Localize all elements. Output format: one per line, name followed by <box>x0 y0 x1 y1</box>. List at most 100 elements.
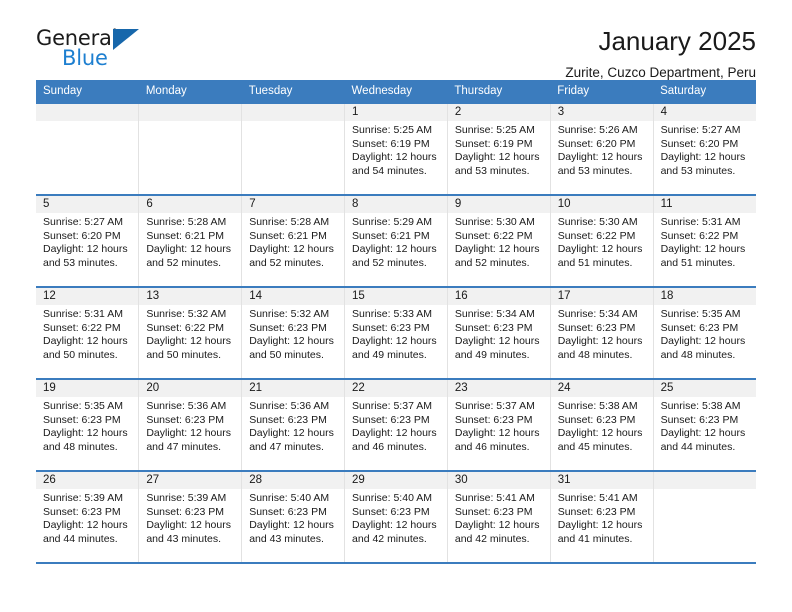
day-number <box>36 104 139 121</box>
daylight-duration-line1: Daylight: 12 hours <box>146 335 231 348</box>
day-number: 16 <box>447 288 550 305</box>
calendar-day-cell[interactable]: 13 Sunrise: 5:32 AM Sunset: 6:22 PM Dayligh… <box>138 286 243 379</box>
sunrise-time: Sunrise: 5:36 AM <box>146 400 227 412</box>
sunset-time: Sunset: 6:20 PM <box>557 137 636 150</box>
day-number: 15 <box>345 288 447 305</box>
calendar-day-cell[interactable]: 1 Sunrise: 5:25 AM Sunset: 6:19 PM Daylight… <box>344 102 448 195</box>
general-blue-logo[interactable]: General Blue <box>36 26 156 74</box>
calendar-day-cell[interactable]: 21 Sunrise: 5:36 AM Sunset: 6:23 PM Dayligh… <box>241 378 346 471</box>
calendar-day-cell[interactable]: 29 Sunrise: 5:40 AM Sunset: 6:23 PM Dayligh… <box>344 470 448 564</box>
sunrise-time: Sunrise: 5:28 AM <box>249 216 330 228</box>
calendar-day-cell[interactable]: 19 Sunrise: 5:35 AM Sunset: 6:23 PM Dayligh… <box>36 378 140 471</box>
sunset-time: Sunset: 6:23 PM <box>660 413 739 426</box>
daylight-duration-line2: and 46 minutes. <box>352 440 427 453</box>
daylight-duration-line2: and 49 minutes. <box>454 348 530 361</box>
calendar-day-cell[interactable]: 26 Sunrise: 5:39 AM Sunset: 6:23 PM Dayligh… <box>36 470 140 564</box>
daylight-duration-line2: and 50 minutes. <box>43 348 118 361</box>
sunrise-time: Sunrise: 5:35 AM <box>43 400 123 412</box>
sunrise-time: Sunrise: 5:27 AM <box>43 216 123 228</box>
day-details: Sunrise: 5:29 AM Sunset: 6:21 PM Daylight:… <box>345 213 447 270</box>
sunset-time: Sunset: 6:22 PM <box>146 321 224 334</box>
calendar-week-row: 5 Sunrise: 5:27 AM Sunset: 6:20 PM Daylight… <box>36 194 756 287</box>
calendar-day-cell[interactable]: 25 Sunrise: 5:38 AM Sunset: 6:23 PM Dayligh… <box>653 378 756 471</box>
logo-text-blue: Blue <box>62 46 108 70</box>
calendar-day-cell[interactable]: 16 Sunrise: 5:34 AM Sunset: 6:23 PM Dayligh… <box>447 286 551 379</box>
day-number: 12 <box>36 288 139 305</box>
day-number: 5 <box>36 196 139 213</box>
calendar-day-cell-empty <box>653 470 756 564</box>
day-number: 6 <box>139 196 242 213</box>
calendar-day-cell[interactable]: 18 Sunrise: 5:35 AM Sunset: 6:23 PM Dayligh… <box>653 286 756 379</box>
calendar-day-cell[interactable]: 15 Sunrise: 5:33 AM Sunset: 6:23 PM Dayligh… <box>344 286 448 379</box>
daylight-duration-line2: and 48 minutes. <box>557 348 633 361</box>
day-details: Sunrise: 5:37 AM Sunset: 6:23 PM Daylight:… <box>448 397 550 454</box>
calendar-day-cell[interactable]: 5 Sunrise: 5:27 AM Sunset: 6:20 PM Daylight… <box>36 194 140 287</box>
day-number: 8 <box>345 196 447 213</box>
day-number: 31 <box>550 472 653 489</box>
calendar-day-cell[interactable]: 24 Sunrise: 5:38 AM Sunset: 6:23 PM Dayligh… <box>550 378 654 471</box>
calendar-day-cell[interactable]: 27 Sunrise: 5:39 AM Sunset: 6:23 PM Dayligh… <box>138 470 243 564</box>
weekday-header-tuesday: Tuesday <box>241 80 345 103</box>
sunset-time: Sunset: 6:20 PM <box>660 137 739 150</box>
sunset-time: Sunset: 6:23 PM <box>557 321 636 334</box>
calendar-day-cell[interactable]: 4 Sunrise: 5:27 AM Sunset: 6:20 PM Daylight… <box>653 102 756 195</box>
calendar-day-cell[interactable]: 22 Sunrise: 5:37 AM Sunset: 6:23 PM Dayligh… <box>344 378 448 471</box>
sunset-time: Sunset: 6:23 PM <box>43 413 121 426</box>
daylight-duration-line2: and 41 minutes. <box>557 532 633 545</box>
calendar-day-cell[interactable]: 8 Sunrise: 5:29 AM Sunset: 6:21 PM Daylight… <box>344 194 448 287</box>
daylight-duration-line1: Daylight: 12 hours <box>249 243 334 256</box>
calendar-day-cell[interactable]: 12 Sunrise: 5:31 AM Sunset: 6:22 PM Dayligh… <box>36 286 140 379</box>
calendar-day-cell[interactable]: 14 Sunrise: 5:32 AM Sunset: 6:23 PM Dayligh… <box>241 286 346 379</box>
day-details: Sunrise: 5:40 AM Sunset: 6:23 PM Daylight:… <box>242 489 344 546</box>
daylight-duration-line2: and 53 minutes. <box>660 164 736 177</box>
sunrise-time: Sunrise: 5:36 AM <box>249 400 330 412</box>
calendar-page: General Blue January 2025 Zurite, Cuzco … <box>0 0 792 612</box>
calendar-day-cell[interactable]: 11 Sunrise: 5:31 AM Sunset: 6:22 PM Dayligh… <box>653 194 756 287</box>
sunset-time: Sunset: 6:23 PM <box>352 505 430 518</box>
day-number: 29 <box>345 472 447 489</box>
calendar-day-cell[interactable]: 9 Sunrise: 5:30 AM Sunset: 6:22 PM Daylight… <box>447 194 551 287</box>
daylight-duration-line1: Daylight: 12 hours <box>352 151 437 164</box>
daylight-duration-line1: Daylight: 12 hours <box>660 335 746 348</box>
day-number: 30 <box>447 472 550 489</box>
sunrise-time: Sunrise: 5:37 AM <box>352 400 432 412</box>
daylight-duration-line2: and 49 minutes. <box>352 348 427 361</box>
day-details: Sunrise: 5:39 AM Sunset: 6:23 PM Daylight:… <box>36 489 138 546</box>
sunset-time: Sunset: 6:23 PM <box>43 505 121 518</box>
day-details: Sunrise: 5:38 AM Sunset: 6:23 PM Daylight:… <box>551 397 653 454</box>
calendar-day-cell[interactable]: 30 Sunrise: 5:41 AM Sunset: 6:23 PM Dayligh… <box>447 470 551 564</box>
calendar-day-cell-empty <box>138 102 243 195</box>
calendar-day-cell[interactable]: 28 Sunrise: 5:40 AM Sunset: 6:23 PM Dayligh… <box>241 470 346 564</box>
day-details: Sunrise: 5:33 AM Sunset: 6:23 PM Daylight:… <box>345 305 447 362</box>
calendar-day-cell[interactable]: 6 Sunrise: 5:28 AM Sunset: 6:21 PM Daylight… <box>138 194 243 287</box>
sunrise-time: Sunrise: 5:33 AM <box>352 308 432 320</box>
day-number: 22 <box>345 380 447 397</box>
day-details: Sunrise: 5:34 AM Sunset: 6:23 PM Daylight:… <box>551 305 653 362</box>
sunrise-time: Sunrise: 5:40 AM <box>352 492 432 504</box>
sunset-time: Sunset: 6:23 PM <box>146 413 224 426</box>
day-details: Sunrise: 5:26 AM Sunset: 6:20 PM Daylight:… <box>551 121 653 178</box>
page-header: General Blue January 2025 Zurite, Cuzco … <box>36 0 756 80</box>
day-number: 10 <box>550 196 653 213</box>
calendar-day-cell[interactable]: 10 Sunrise: 5:30 AM Sunset: 6:22 PM Dayligh… <box>550 194 654 287</box>
daylight-duration-line1: Daylight: 12 hours <box>557 519 643 532</box>
daylight-duration-line1: Daylight: 12 hours <box>352 519 437 532</box>
sunset-time: Sunset: 6:22 PM <box>557 229 636 242</box>
day-details: Sunrise: 5:27 AM Sunset: 6:20 PM Daylight:… <box>36 213 138 270</box>
calendar-day-cell[interactable]: 7 Sunrise: 5:28 AM Sunset: 6:21 PM Daylight… <box>241 194 346 287</box>
daylight-duration-line1: Daylight: 12 hours <box>249 335 334 348</box>
sunrise-time: Sunrise: 5:32 AM <box>146 308 227 320</box>
calendar-day-cell[interactable]: 23 Sunrise: 5:37 AM Sunset: 6:23 PM Dayligh… <box>447 378 551 471</box>
daylight-duration-line2: and 52 minutes. <box>249 256 324 269</box>
daylight-duration-line2: and 52 minutes. <box>454 256 530 269</box>
day-details: Sunrise: 5:35 AM Sunset: 6:23 PM Daylight:… <box>36 397 138 454</box>
sunrise-time: Sunrise: 5:30 AM <box>557 216 638 228</box>
calendar-day-cell[interactable]: 20 Sunrise: 5:36 AM Sunset: 6:23 PM Dayligh… <box>138 378 243 471</box>
sunrise-time: Sunrise: 5:29 AM <box>352 216 432 228</box>
daylight-duration-line1: Daylight: 12 hours <box>660 427 746 440</box>
day-number <box>139 104 242 121</box>
calendar-day-cell[interactable]: 31 Sunrise: 5:41 AM Sunset: 6:23 PM Dayligh… <box>550 470 654 564</box>
calendar-day-cell[interactable]: 2 Sunrise: 5:25 AM Sunset: 6:19 PM Daylight… <box>447 102 551 195</box>
calendar-day-cell[interactable]: 17 Sunrise: 5:34 AM Sunset: 6:23 PM Dayligh… <box>550 286 654 379</box>
calendar-day-cell[interactable]: 3 Sunrise: 5:26 AM Sunset: 6:20 PM Daylight… <box>550 102 654 195</box>
